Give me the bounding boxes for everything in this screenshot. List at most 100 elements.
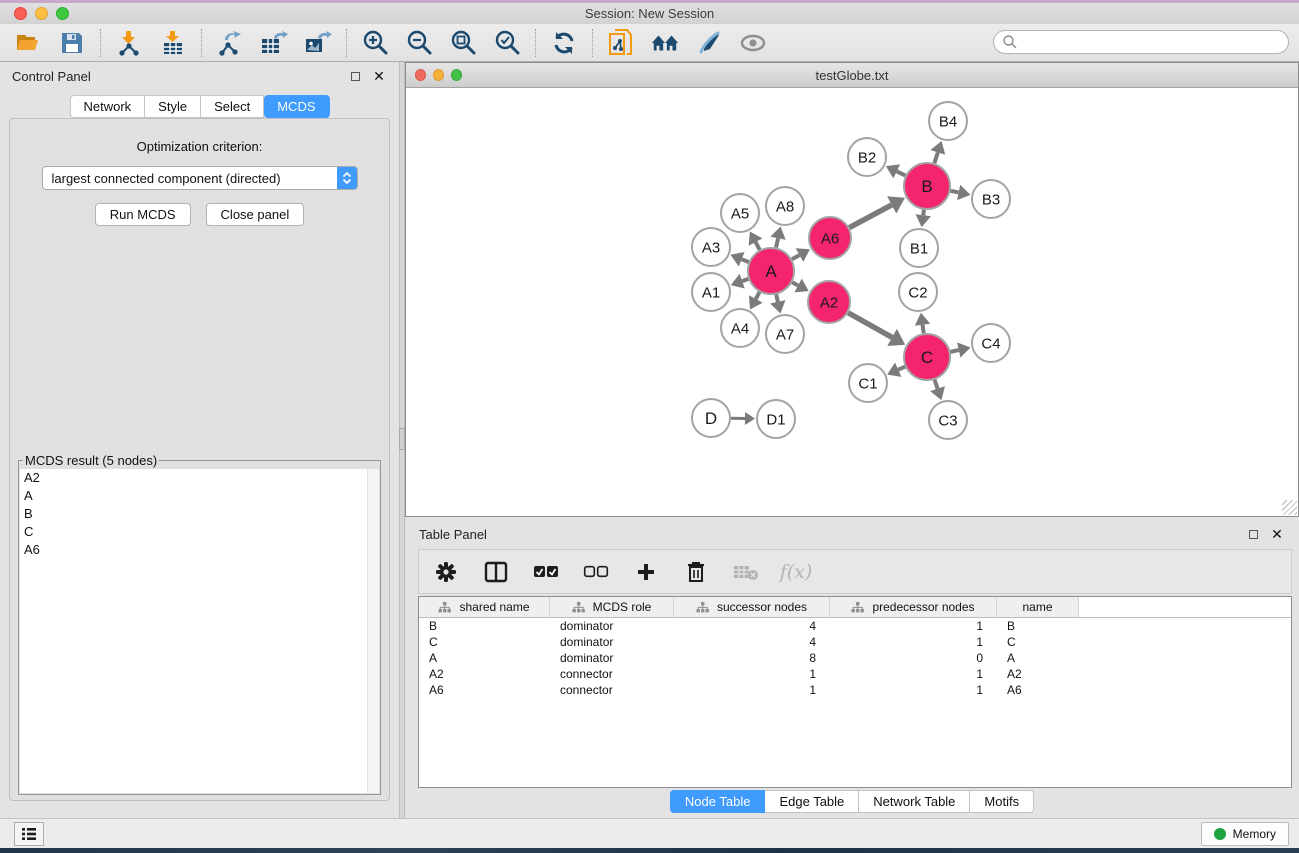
result-list-item[interactable]: A <box>20 487 379 505</box>
column-header-predecessor-nodes[interactable]: predecessor nodes <box>830 597 997 617</box>
clone-network-icon[interactable] <box>607 29 635 57</box>
search-input[interactable] <box>1018 35 1288 49</box>
column-header-name[interactable]: name <box>997 597 1079 617</box>
add-column-icon[interactable] <box>633 559 659 585</box>
cell-name[interactable]: B <box>997 619 1079 633</box>
export-image-icon[interactable] <box>304 29 332 57</box>
result-scrollbar-track[interactable] <box>367 469 379 793</box>
result-list-item[interactable]: C <box>20 523 379 541</box>
import-network-icon[interactable] <box>115 29 143 57</box>
edge-B-B3[interactable] <box>951 191 959 193</box>
edge-A-A7[interactable] <box>776 294 778 301</box>
run-mcds-button[interactable]: Run MCDS <box>95 203 191 226</box>
export-table-icon[interactable] <box>260 29 288 57</box>
optimization-select[interactable]: largest connected component (directed) <box>42 166 358 190</box>
cell-shared-name[interactable]: A6 <box>419 683 550 697</box>
edge-C-C1[interactable] <box>898 367 905 370</box>
cell-shared-name[interactable]: A <box>419 651 550 665</box>
gear-icon[interactable] <box>433 559 459 585</box>
cell-MCDS-role[interactable]: connector <box>550 667 674 681</box>
cell-name[interactable]: A2 <box>997 667 1079 681</box>
cell-shared-name[interactable]: A2 <box>419 667 550 681</box>
cell-predecessor-nodes[interactable]: 1 <box>830 683 997 697</box>
edge-B-B2[interactable] <box>897 171 906 175</box>
edge-A-A4[interactable] <box>756 292 760 299</box>
select-all-checkboxes-icon[interactable] <box>533 559 559 585</box>
cell-name[interactable]: A6 <box>997 683 1079 697</box>
cell-MCDS-role[interactable]: dominator <box>550 651 674 665</box>
open-folder-icon[interactable] <box>14 29 42 57</box>
float-table-panel-icon[interactable] <box>1245 526 1261 542</box>
edge-B-B4[interactable] <box>934 152 937 163</box>
cell-MCDS-role[interactable]: dominator <box>550 619 674 633</box>
zoom-fit-icon[interactable] <box>449 29 477 57</box>
tab-node-table[interactable]: Node Table <box>670 790 766 813</box>
cell-successor-nodes[interactable]: 1 <box>674 683 830 697</box>
show-graphics-icon[interactable] <box>739 29 767 57</box>
edge-A-A8[interactable] <box>776 238 778 247</box>
zoom-out-icon[interactable] <box>405 29 433 57</box>
import-table-icon[interactable] <box>159 29 187 57</box>
cell-shared-name[interactable]: C <box>419 635 550 649</box>
cell-successor-nodes[interactable]: 4 <box>674 635 830 649</box>
cell-successor-nodes[interactable]: 4 <box>674 619 830 633</box>
memory-button[interactable]: Memory <box>1201 822 1289 846</box>
cell-predecessor-nodes[interactable]: 1 <box>830 635 997 649</box>
column-header-MCDS-role[interactable]: MCDS role <box>550 597 674 617</box>
float-panel-icon[interactable] <box>347 68 363 84</box>
table-row[interactable]: Cdominator41C <box>419 634 1291 650</box>
refresh-layout-icon[interactable] <box>550 29 578 57</box>
export-network-icon[interactable] <box>216 29 244 57</box>
cell-name[interactable]: A <box>997 651 1079 665</box>
tab-edge-table[interactable]: Edge Table <box>765 790 859 813</box>
edge-C-C3[interactable] <box>935 380 938 389</box>
search-box[interactable] <box>993 30 1289 54</box>
network-canvas[interactable]: AA1A2A3A4A5A6A7A8BB1B2B3B4CC1C2C3C4DD1 <box>406 88 1298 516</box>
home-double-icon[interactable] <box>651 29 679 57</box>
table-row[interactable]: A2connector11A2 <box>419 666 1291 682</box>
edge-A-A5[interactable] <box>756 242 760 250</box>
edge-A-A3[interactable] <box>742 259 749 262</box>
tab-style[interactable]: Style <box>145 95 201 118</box>
cell-MCDS-role[interactable]: connector <box>550 683 674 697</box>
cell-predecessor-nodes[interactable]: 1 <box>830 619 997 633</box>
edge-A6-B[interactable] <box>849 205 891 228</box>
save-icon[interactable] <box>58 29 86 57</box>
tab-motifs[interactable]: Motifs <box>970 790 1034 813</box>
delete-column-icon[interactable] <box>683 559 709 585</box>
titlebar[interactable]: Session: New Session <box>0 3 1299 24</box>
table-row[interactable]: A6connector11A6 <box>419 682 1291 698</box>
tab-mcds[interactable]: MCDS <box>264 95 329 118</box>
edge-C-C4[interactable] <box>950 350 958 352</box>
cell-predecessor-nodes[interactable]: 0 <box>830 651 997 665</box>
cell-shared-name[interactable]: B <box>419 619 550 633</box>
network-window-titlebar[interactable]: testGlobe.txt <box>406 63 1298 88</box>
cell-name[interactable]: C <box>997 635 1079 649</box>
close-panel-icon[interactable]: ✕ <box>371 68 387 84</box>
edge-B-B1[interactable] <box>923 210 924 215</box>
edge-A2-C[interactable] <box>848 313 892 338</box>
close-panel-button[interactable]: Close panel <box>206 203 305 226</box>
cell-MCDS-role[interactable]: dominator <box>550 635 674 649</box>
tab-select[interactable]: Select <box>201 95 264 118</box>
result-list-item[interactable]: A2 <box>20 469 379 487</box>
edge-C-C2[interactable] <box>923 325 924 334</box>
table-row[interactable]: Adominator80A <box>419 650 1291 666</box>
hide-labels-icon[interactable] <box>695 29 723 57</box>
column-header-successor-nodes[interactable]: successor nodes <box>674 597 830 617</box>
column-header-shared-name[interactable]: shared name <box>419 597 550 617</box>
cell-successor-nodes[interactable]: 8 <box>674 651 830 665</box>
tab-network[interactable]: Network <box>69 95 145 118</box>
result-list-item[interactable]: A6 <box>20 541 379 559</box>
edge-A-A1[interactable] <box>742 279 748 281</box>
zoom-selected-icon[interactable] <box>493 29 521 57</box>
resize-grip-icon[interactable] <box>1282 500 1297 515</box>
columns-icon[interactable] <box>483 559 509 585</box>
tab-network-table[interactable]: Network Table <box>859 790 970 813</box>
edge-A-A2[interactable] <box>792 282 798 285</box>
mcds-result-list[interactable]: A2ABCA6 <box>20 469 379 793</box>
zoom-in-icon[interactable] <box>361 29 389 57</box>
cell-successor-nodes[interactable]: 1 <box>674 667 830 681</box>
close-table-panel-icon[interactable]: ✕ <box>1269 526 1285 542</box>
deselect-all-checkboxes-icon[interactable] <box>583 559 609 585</box>
